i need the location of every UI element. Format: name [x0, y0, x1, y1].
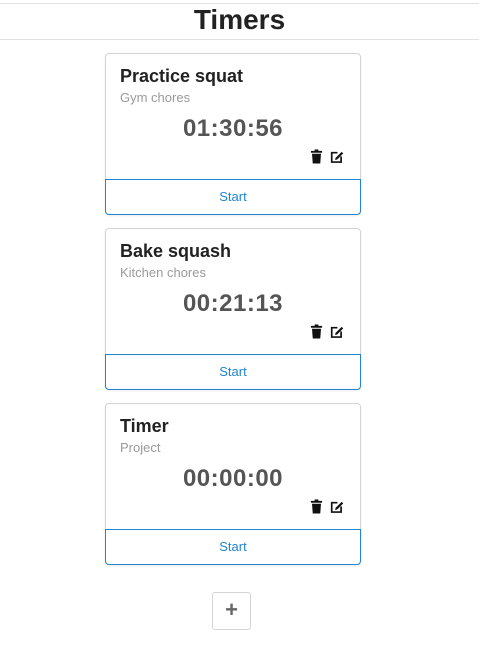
timer-title: Timer: [120, 416, 169, 436]
page-title: Timers: [193, 4, 286, 35]
timer-card: Practice squat Gym chores 01:30:56 Start: [105, 53, 361, 215]
timer-project: Project: [120, 440, 161, 455]
page-header: Timers: [0, 3, 479, 40]
start-button[interactable]: Start: [105, 529, 361, 565]
edit-icon[interactable]: [329, 324, 344, 339]
start-button[interactable]: Start: [105, 179, 361, 215]
add-timer-button[interactable]: +: [212, 592, 251, 630]
timer-project: Kitchen chores: [120, 265, 206, 280]
timer-actions: [309, 323, 344, 339]
trash-icon[interactable]: [309, 498, 324, 514]
trash-icon[interactable]: [309, 323, 324, 339]
timer-title: Bake squash: [120, 241, 232, 261]
timer-card: Timer Project 00:00:00 Start: [105, 403, 361, 565]
timer-actions: [309, 148, 344, 164]
timer-title: Practice squat: [120, 66, 244, 86]
edit-icon[interactable]: [329, 499, 344, 514]
timer-project: Gym chores: [120, 90, 191, 105]
timer-elapsed: 01:30:56: [182, 115, 284, 142]
timer-elapsed: 00:21:13: [182, 290, 284, 317]
timer-elapsed: 00:00:00: [182, 465, 284, 492]
timer-card: Bake squash Kitchen chores 00:21:13 Star…: [105, 228, 361, 390]
edit-icon[interactable]: [329, 149, 344, 164]
start-button[interactable]: Start: [105, 354, 361, 390]
timer-actions: [309, 498, 344, 514]
trash-icon[interactable]: [309, 148, 324, 164]
